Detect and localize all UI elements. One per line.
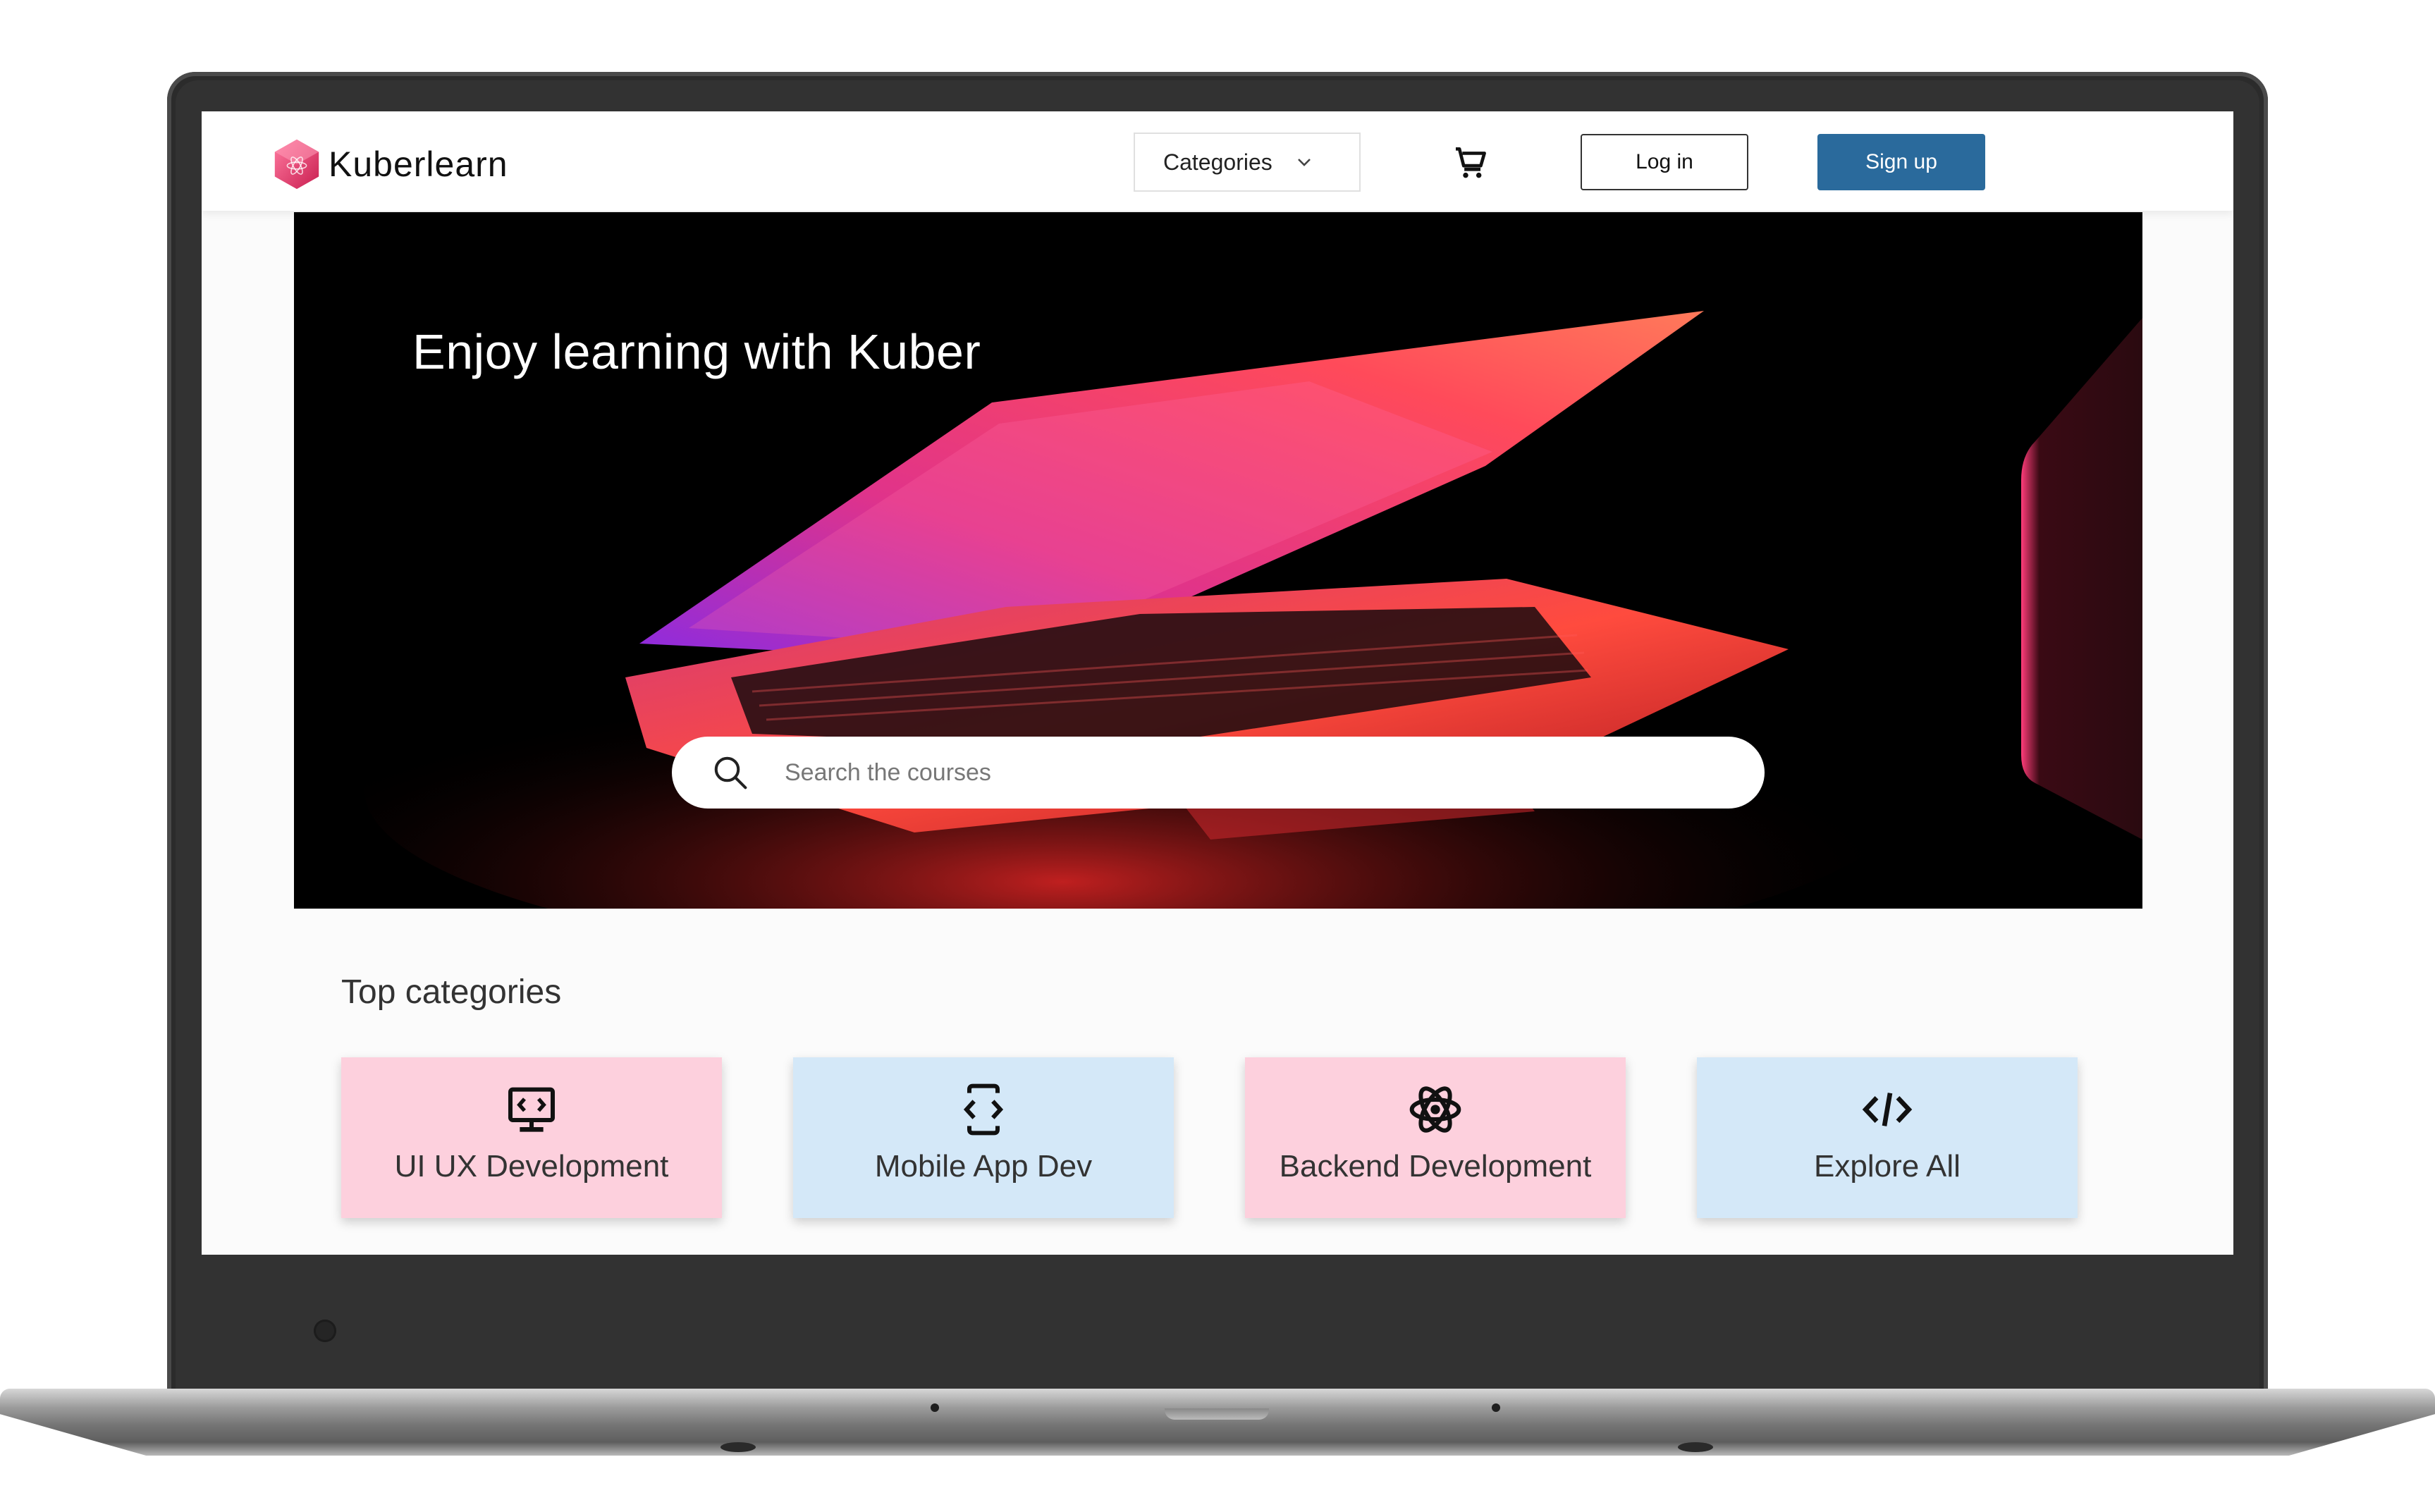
category-card-backend[interactable]: Backend Development xyxy=(1245,1057,1626,1218)
screen: Kuberlearn Categories Log in Sign up Enj… xyxy=(202,111,2233,1255)
categories-label: Categories xyxy=(1163,149,1272,175)
monitor-code-icon xyxy=(508,1087,555,1132)
login-button[interactable]: Log in xyxy=(1581,134,1748,190)
navbar: Kuberlearn Categories Log in Sign up xyxy=(202,111,2233,211)
section-title-top-categories: Top categories xyxy=(341,973,562,1011)
hero-title: Enjoy learning with Kuber xyxy=(412,324,981,379)
code-brackets-icon xyxy=(1862,1093,1913,1126)
category-label: Mobile App Dev xyxy=(874,1149,1093,1184)
atom-icon xyxy=(1409,1086,1461,1133)
category-label: UI UX Development xyxy=(394,1149,669,1184)
laptop-base xyxy=(0,1389,2435,1456)
chevron-down-icon xyxy=(1297,159,1311,166)
brand-name: Kuberlearn xyxy=(329,145,508,184)
category-card-ui-ux[interactable]: UI UX Development xyxy=(341,1057,722,1218)
laptop-foot xyxy=(1678,1442,1713,1452)
category-label: Backend Development xyxy=(1279,1149,1592,1184)
category-card-explore-all[interactable]: Explore All xyxy=(1697,1057,2078,1218)
category-label: Explore All xyxy=(1814,1149,1961,1184)
hexagon-atom-logo-icon xyxy=(274,139,319,190)
webcam-icon xyxy=(314,1320,336,1342)
search-input[interactable] xyxy=(785,758,1701,787)
category-card-mobile-app[interactable]: Mobile App Dev xyxy=(793,1057,1174,1218)
mobile-code-icon xyxy=(963,1083,1004,1136)
cart-icon[interactable] xyxy=(1451,142,1490,182)
laptop-foot xyxy=(720,1442,756,1452)
search-icon[interactable] xyxy=(711,754,749,792)
laptop-notch xyxy=(1165,1408,1269,1420)
brand[interactable]: Kuberlearn xyxy=(269,137,508,192)
hinge-dot xyxy=(1492,1403,1500,1412)
categories-dropdown[interactable]: Categories xyxy=(1134,133,1361,192)
signup-button[interactable]: Sign up xyxy=(1817,134,1985,190)
hero-banner: Enjoy learning with Kuber xyxy=(294,212,2142,909)
search-bar[interactable] xyxy=(672,737,1765,809)
hinge-dot xyxy=(931,1403,939,1412)
